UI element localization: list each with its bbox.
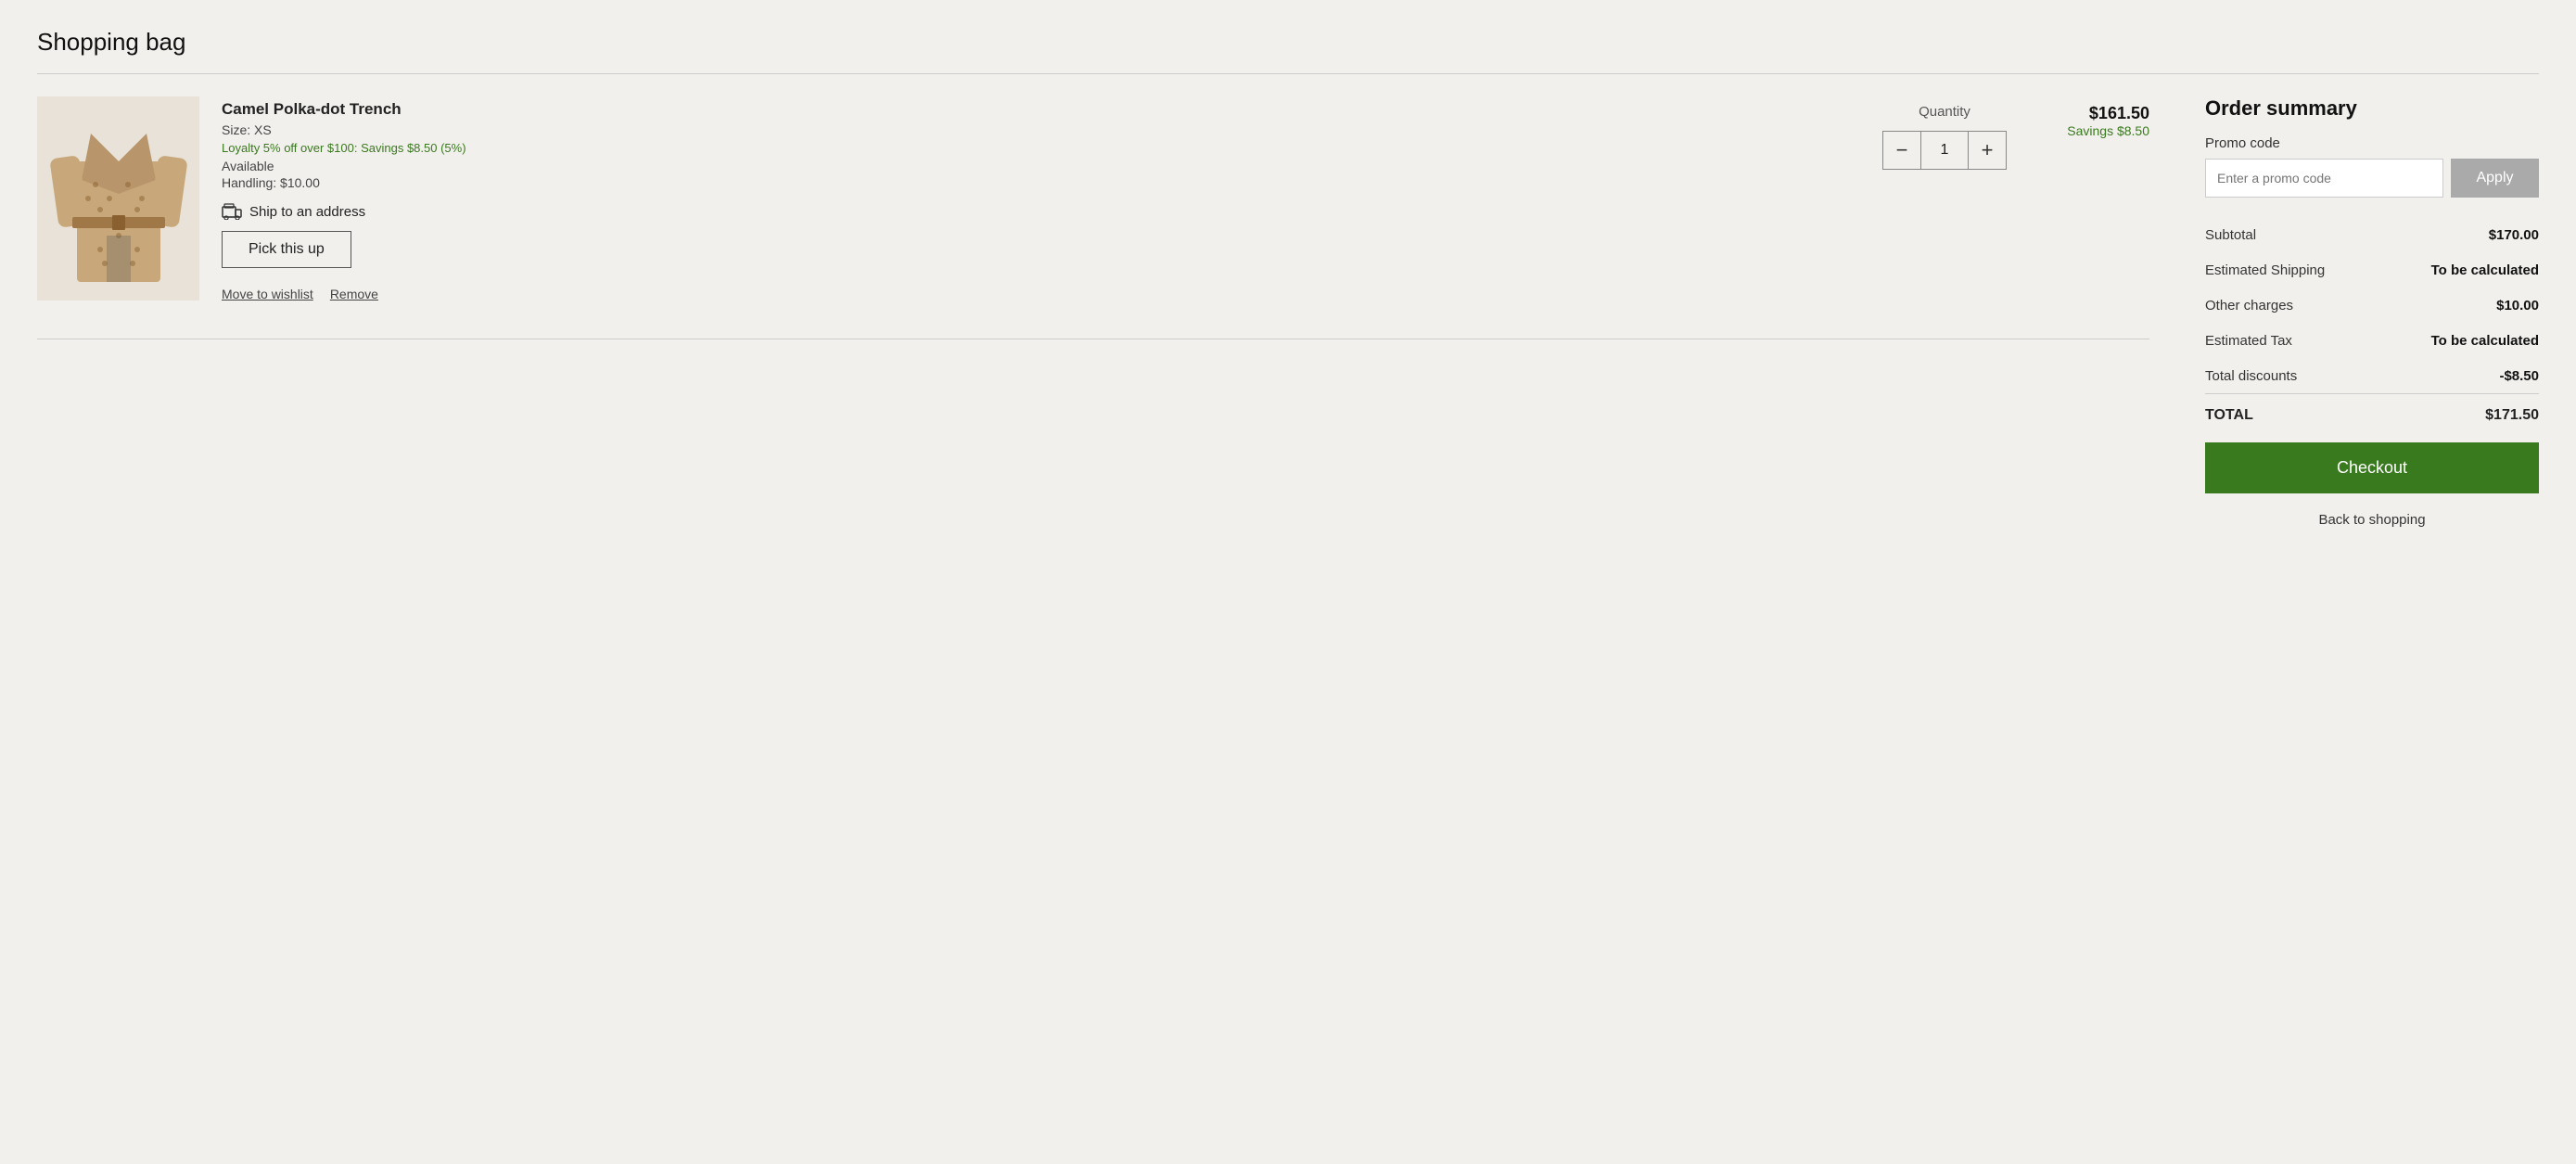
product-details: Camel Polka-dot Trench Size: XS Loyalty …	[222, 96, 1860, 301]
cart-item: Camel Polka-dot Trench Size: XS Loyalty …	[37, 96, 2149, 329]
back-to-shopping-link[interactable]: Back to shopping	[2205, 512, 2539, 528]
summary-row-value: $170.00	[2489, 227, 2539, 243]
product-availability: Available	[222, 159, 1860, 173]
summary-row-label: Subtotal	[2205, 227, 2256, 243]
checkout-button[interactable]: Checkout	[2205, 442, 2539, 493]
summary-row-label: Total discounts	[2205, 368, 2297, 384]
remove-link[interactable]: Remove	[330, 287, 378, 301]
quantity-increase-button[interactable]: +	[1968, 131, 2007, 170]
total-label: TOTAL	[2205, 407, 2253, 424]
ship-to-address-label: Ship to an address	[249, 204, 365, 220]
summary-row: Total discounts -$8.50	[2205, 359, 2539, 394]
price-main: $161.50	[2089, 104, 2149, 123]
summary-row-value: $10.00	[2496, 298, 2539, 313]
product-name: Camel Polka-dot Trench	[222, 100, 1860, 119]
product-image-svg	[49, 106, 188, 291]
summary-row-label: Other charges	[2205, 298, 2293, 313]
loyalty-text: Loyalty 5% off over $100: Savings $8.50 …	[222, 141, 1860, 155]
pick-up-button[interactable]: Pick this up	[222, 231, 351, 268]
apply-button[interactable]: Apply	[2451, 159, 2539, 198]
main-layout: Camel Polka-dot Trench Size: XS Loyalty …	[37, 96, 2539, 528]
product-image	[37, 96, 199, 301]
order-summary-title: Order summary	[2205, 96, 2539, 121]
summary-row: Other charges $10.00	[2205, 288, 2539, 324]
product-handling: Handling: $10.00	[222, 175, 1860, 190]
price-savings: Savings $8.50	[2067, 123, 2149, 138]
summary-rows: Subtotal $170.00 Estimated Shipping To be c…	[2205, 218, 2539, 394]
ship-to-address-row: Ship to an address	[222, 203, 1860, 220]
move-to-wishlist-link[interactable]: Move to wishlist	[222, 287, 313, 301]
quantity-decrease-button[interactable]: −	[1882, 131, 1921, 170]
summary-row: Estimated Shipping To be calculated	[2205, 253, 2539, 288]
summary-row-value: -$8.50	[2499, 368, 2539, 384]
product-size: Size: XS	[222, 122, 1860, 137]
quantity-value: 1	[1921, 131, 1968, 170]
order-summary: Order summary Promo code Apply Subtotal $…	[2205, 96, 2539, 528]
promo-label: Promo code	[2205, 135, 2539, 151]
summary-row: Subtotal $170.00	[2205, 218, 2539, 253]
item-actions: Move to wishlist Remove	[222, 287, 1860, 301]
summary-row: Estimated Tax To be calculated	[2205, 324, 2539, 359]
title-divider	[37, 73, 2539, 74]
price-section: $161.50 Savings $8.50	[2029, 96, 2149, 138]
quantity-section: Quantity − 1 +	[1882, 96, 2007, 170]
promo-row: Apply	[2205, 159, 2539, 198]
quantity-controls: − 1 +	[1882, 131, 2007, 170]
summary-row-label: Estimated Tax	[2205, 333, 2292, 349]
cart-section: Camel Polka-dot Trench Size: XS Loyalty …	[37, 96, 2149, 339]
total-row: TOTAL $171.50	[2205, 394, 2539, 442]
quantity-label: Quantity	[1919, 104, 1970, 120]
summary-row-label: Estimated Shipping	[2205, 262, 2325, 278]
total-value: $171.50	[2485, 407, 2539, 424]
page-title: Shopping bag	[37, 28, 2539, 57]
promo-code-input[interactable]	[2205, 159, 2443, 198]
summary-row-value: To be calculated	[2431, 262, 2539, 278]
ship-icon	[222, 203, 242, 220]
summary-row-value: To be calculated	[2431, 333, 2539, 349]
